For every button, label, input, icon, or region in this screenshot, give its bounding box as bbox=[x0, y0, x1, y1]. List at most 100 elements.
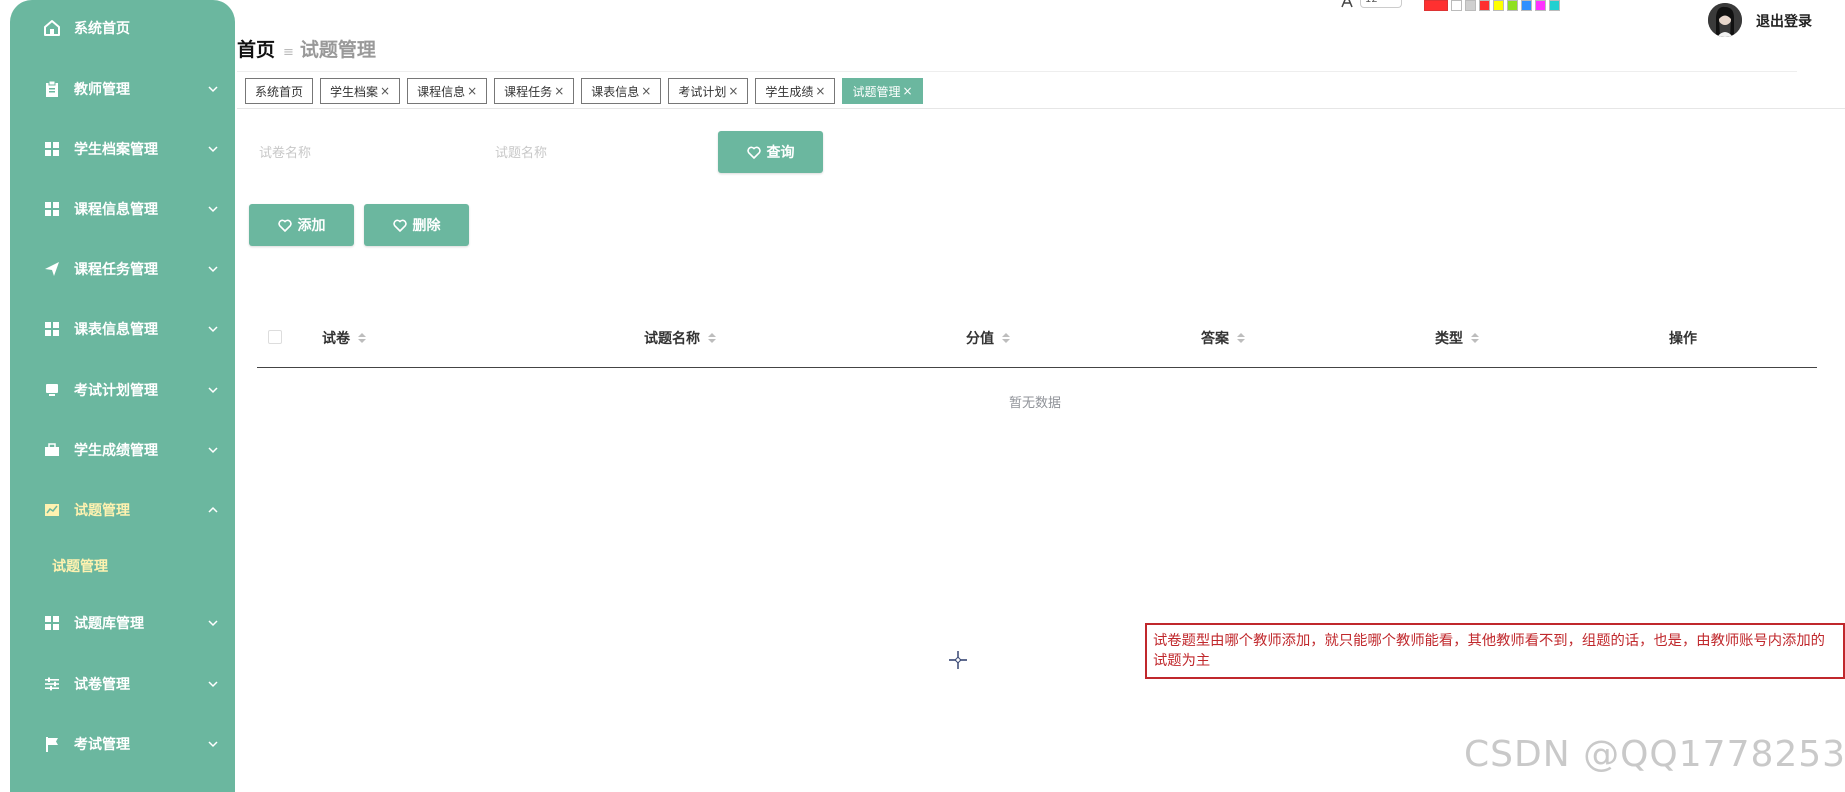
close-icon[interactable]: × bbox=[380, 84, 390, 98]
chevron-down-icon bbox=[208, 681, 218, 688]
tag-student-archive[interactable]: 学生档案 × bbox=[320, 78, 401, 104]
sidebar-item-course-info[interactable]: 课程信息管理 bbox=[10, 189, 235, 229]
column-header-answer[interactable]: 答案 bbox=[1201, 328, 1245, 348]
tag-label: 考试计划 bbox=[678, 84, 727, 99]
sidebar-item-label: 课程任务管理 bbox=[74, 262, 158, 278]
theme-swatch-selected[interactable] bbox=[1424, 0, 1448, 11]
tag-course-task[interactable]: 课程任务 × bbox=[494, 78, 575, 104]
sidebar-item-label: 系统首页 bbox=[74, 21, 130, 37]
font-icon bbox=[1341, 0, 1353, 8]
theme-color-picker bbox=[1424, 0, 1560, 11]
sidebar-item-exam-plan[interactable]: 考试计划管理 bbox=[10, 370, 235, 410]
sort-icon[interactable] bbox=[358, 333, 366, 343]
sort-icon[interactable] bbox=[1237, 333, 1245, 343]
close-icon[interactable]: × bbox=[903, 84, 913, 98]
home-icon bbox=[43, 19, 61, 37]
theme-swatch[interactable] bbox=[1451, 0, 1462, 11]
table-empty-text: 暂无数据 bbox=[1009, 396, 1062, 411]
sidebar-item-label: 试题管理 bbox=[74, 503, 130, 519]
sliders-icon bbox=[43, 675, 61, 693]
sort-icon[interactable] bbox=[708, 333, 716, 343]
column-header-question-name[interactable]: 试题名称 bbox=[644, 328, 716, 348]
sort-icon[interactable] bbox=[1471, 333, 1479, 343]
sidebar-item-teacher[interactable]: 教师管理 bbox=[10, 69, 235, 109]
tag-label: 试题管理 bbox=[852, 84, 901, 99]
sidebar-item-label: 试卷管理 bbox=[74, 677, 130, 693]
tag-label: 学生档案 bbox=[330, 84, 379, 99]
sidebar-item-course-task[interactable]: 课程任务管理 bbox=[10, 249, 235, 289]
heart-icon bbox=[277, 219, 292, 232]
annotation-note: 试卷题型由哪个教师添加，就只能哪个教师能看，其他教师看不到，组题的话，也是，由教… bbox=[1145, 623, 1845, 679]
add-button[interactable]: 添加 bbox=[249, 204, 354, 246]
chevron-down-icon bbox=[208, 326, 218, 333]
delete-button[interactable]: 删除 bbox=[364, 204, 469, 246]
chevron-down-icon bbox=[208, 447, 218, 454]
column-header-score[interactable]: 分值 bbox=[966, 328, 1010, 348]
close-icon[interactable]: × bbox=[728, 84, 738, 98]
theme-swatch[interactable] bbox=[1465, 0, 1476, 11]
tags-view: 系统首页 学生档案 × 课程信息 × 课程任务 × 课表信息 × 考试计划 × 学生成绩 ×… bbox=[245, 78, 923, 104]
add-button-label: 添加 bbox=[297, 218, 326, 234]
sidebar-item-label: 学生成绩管理 bbox=[74, 443, 158, 459]
tag-timetable[interactable]: 课表信息 × bbox=[581, 78, 662, 104]
chart-icon bbox=[43, 501, 61, 519]
theme-swatch[interactable] bbox=[1549, 0, 1560, 11]
flag-icon bbox=[43, 735, 61, 753]
sidebar-item-exam[interactable]: 考试管理 bbox=[10, 724, 235, 764]
divider bbox=[237, 108, 1845, 109]
tag-label: 学生成绩 bbox=[765, 84, 814, 99]
tag-label: 课表信息 bbox=[591, 84, 640, 99]
theme-swatch[interactable] bbox=[1521, 0, 1532, 11]
sidebar-item-question[interactable]: 试题管理 bbox=[10, 490, 235, 530]
tag-question-manage[interactable]: 试题管理 × bbox=[842, 78, 923, 104]
crosshair-cursor-icon bbox=[949, 651, 967, 669]
sidebar-item-paper[interactable]: 试卷管理 bbox=[10, 664, 235, 704]
select-all-checkbox[interactable] bbox=[268, 330, 282, 344]
column-header-label: 试卷 bbox=[322, 331, 350, 347]
sidebar-item-student-score[interactable]: 学生成绩管理 bbox=[10, 430, 235, 470]
tag-course-info[interactable]: 课程信息 × bbox=[407, 78, 488, 104]
close-icon[interactable]: × bbox=[554, 84, 564, 98]
sidebar-item-home[interactable]: 系统首页 bbox=[10, 8, 235, 48]
column-header-type[interactable]: 类型 bbox=[1435, 328, 1479, 348]
sidebar-item-student-archive[interactable]: 学生档案管理 bbox=[10, 129, 235, 169]
tag-exam-plan[interactable]: 考试计划 × bbox=[668, 78, 749, 104]
breadcrumb-home[interactable]: 首页 bbox=[237, 35, 275, 62]
close-icon[interactable]: × bbox=[815, 84, 825, 98]
avatar[interactable] bbox=[1708, 3, 1742, 37]
monitor-icon bbox=[43, 381, 61, 399]
theme-swatch[interactable] bbox=[1479, 0, 1490, 11]
question-name-input[interactable] bbox=[495, 140, 705, 166]
theme-swatch[interactable] bbox=[1493, 0, 1504, 11]
column-header-paper[interactable]: 试卷 bbox=[322, 328, 366, 348]
close-icon[interactable]: × bbox=[641, 84, 651, 98]
close-icon[interactable]: × bbox=[467, 84, 477, 98]
grid-icon bbox=[43, 320, 61, 338]
sidebar-item-timetable[interactable]: 课表信息管理 bbox=[10, 309, 235, 349]
send-icon bbox=[43, 260, 61, 278]
tag-label: 课程信息 bbox=[417, 84, 466, 99]
page: 系统首页 教师管理 学生档案管理 课程信息管理 课程任务管理 课表信息管理 考试… bbox=[0, 0, 1845, 792]
logout-button[interactable]: 退出登录 bbox=[1756, 11, 1812, 31]
paper-name-input[interactable] bbox=[259, 140, 469, 166]
theme-swatch[interactable] bbox=[1535, 0, 1546, 11]
briefcase-icon bbox=[43, 441, 61, 459]
column-header-label: 分值 bbox=[966, 331, 994, 347]
tag-label: 系统首页 bbox=[255, 84, 304, 99]
sidebar-item-label: 学生档案管理 bbox=[74, 142, 158, 158]
sort-icon[interactable] bbox=[1002, 333, 1010, 343]
query-button-label: 查询 bbox=[766, 145, 795, 161]
tag-home[interactable]: 系统首页 bbox=[245, 78, 314, 104]
heart-icon bbox=[392, 219, 407, 232]
font-size-select[interactable]: 12 bbox=[1360, 0, 1402, 8]
query-button[interactable]: 查询 bbox=[718, 131, 823, 173]
sidebar-item-question-bank[interactable]: 试题库管理 bbox=[10, 603, 235, 643]
table-header: 试卷 试题名称 分值 答案 类型 操作 bbox=[257, 316, 1817, 368]
submenu-item-question-manage[interactable]: 试题管理 bbox=[10, 548, 235, 584]
tag-student-score[interactable]: 学生成绩 × bbox=[755, 78, 836, 104]
grid-icon bbox=[43, 200, 61, 218]
theme-swatch[interactable] bbox=[1507, 0, 1518, 11]
clipboard-icon bbox=[43, 80, 61, 98]
column-header-label: 操作 bbox=[1669, 331, 1697, 347]
chevron-down-icon bbox=[208, 206, 218, 213]
